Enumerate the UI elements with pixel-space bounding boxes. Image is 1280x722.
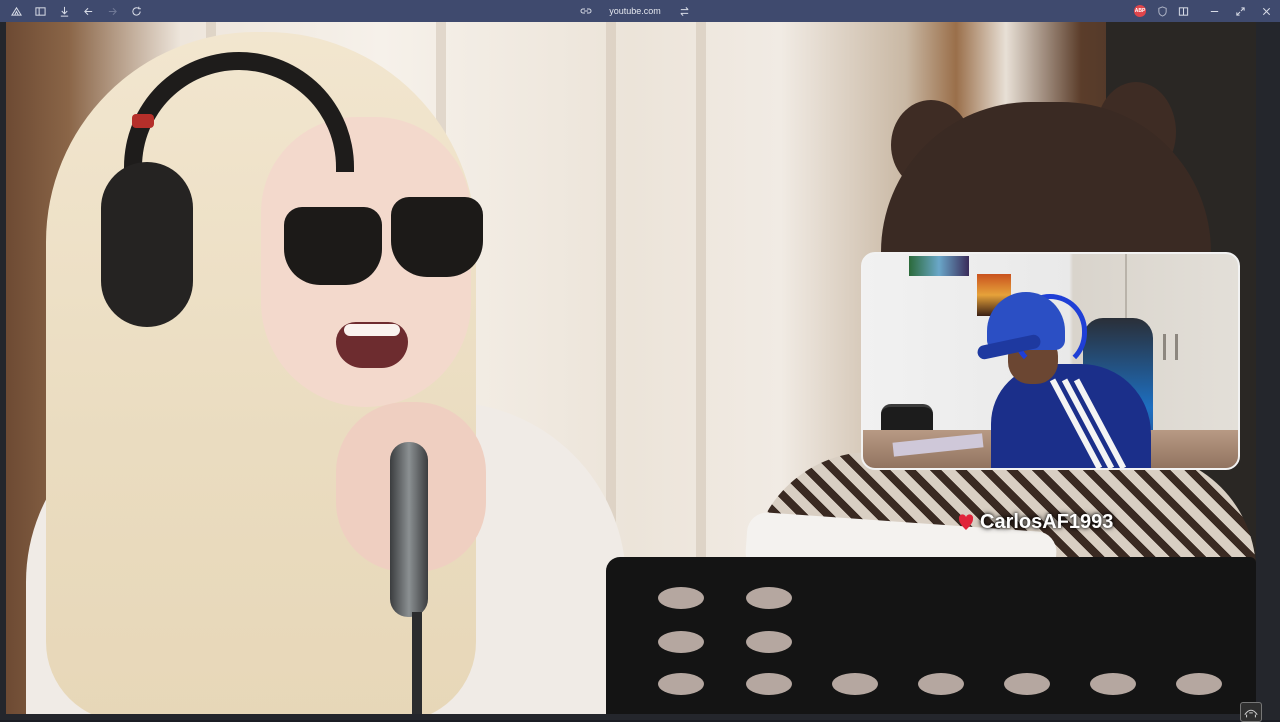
- adblock-icon[interactable]: ABP: [1134, 5, 1146, 17]
- close-icon[interactable]: [1258, 3, 1274, 19]
- wardrobe-handle: [1175, 334, 1178, 360]
- page-viewport: CarlosAF1993: [0, 22, 1280, 722]
- download-icon[interactable]: [56, 3, 72, 19]
- stand-hole: [1004, 673, 1050, 695]
- wall-poster: [909, 256, 969, 276]
- stand-hole: [1090, 673, 1136, 695]
- curtain-fold: [696, 22, 706, 582]
- microphone: [390, 442, 428, 617]
- shield-icon[interactable]: [1154, 3, 1170, 19]
- headphones-cup: [101, 162, 193, 327]
- stand-hole: [918, 673, 964, 695]
- singer-teeth: [344, 324, 400, 336]
- site-settings-icon[interactable]: [676, 3, 692, 19]
- channel-watermark-icon[interactable]: [1240, 702, 1262, 722]
- stand-hole: [658, 631, 704, 653]
- minimize-icon[interactable]: [1206, 3, 1222, 19]
- music-stand: [606, 557, 1256, 714]
- stand-hole: [658, 673, 704, 695]
- stand-hole: [746, 631, 792, 653]
- stand-hole: [658, 587, 704, 609]
- sunglasses-right-lens: [391, 197, 483, 277]
- webcam-overlay: [861, 252, 1240, 470]
- streamer-username: CarlosAF1993: [958, 508, 1113, 536]
- microphone-stand: [412, 612, 422, 714]
- stand-hole: [1176, 673, 1222, 695]
- browser-toolbar: youtube.com ABP: [0, 0, 1280, 22]
- heart-icon: [958, 514, 974, 530]
- back-icon[interactable]: [80, 3, 96, 19]
- username-text: CarlosAF1993: [980, 510, 1114, 533]
- panel-icon[interactable]: [1175, 3, 1191, 19]
- wardrobe-handle: [1163, 334, 1166, 360]
- headphones-accent: [132, 114, 154, 128]
- reload-icon[interactable]: [128, 3, 144, 19]
- sidebar-icon[interactable]: [32, 3, 48, 19]
- workspaces-icon[interactable]: [8, 3, 24, 19]
- restore-icon[interactable]: [1232, 3, 1248, 19]
- curtain-fold: [606, 22, 616, 582]
- stand-hole: [832, 673, 878, 695]
- stand-hole: [746, 673, 792, 695]
- stand-hole: [746, 587, 792, 609]
- forward-icon[interactable]: [104, 3, 120, 19]
- sunglasses-left-lens: [284, 207, 382, 285]
